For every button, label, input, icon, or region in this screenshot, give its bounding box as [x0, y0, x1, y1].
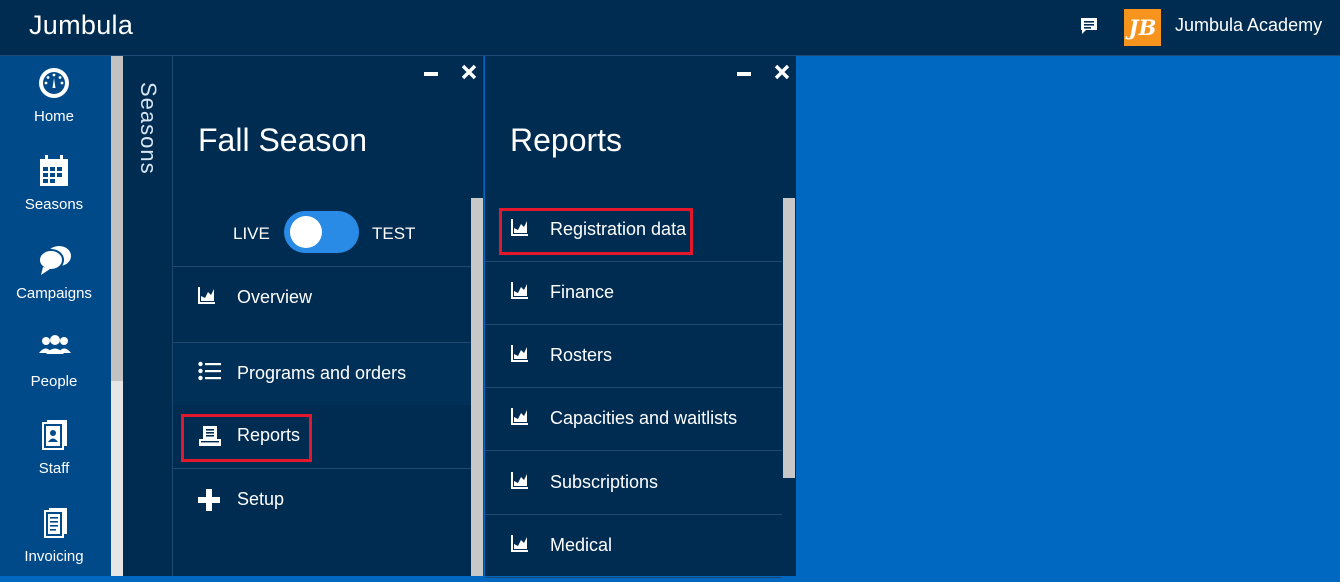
top-bar: Jumbula JB Jumbula Academy	[0, 0, 1340, 56]
speech-bubbles-icon	[38, 246, 71, 275]
report-label: Capacities and waitlists	[550, 408, 738, 428]
nav-label: Seasons	[24, 196, 84, 213]
nav-label: People	[30, 373, 78, 390]
nav-item-home[interactable]: Home	[0, 56, 111, 142]
chart-icon	[511, 535, 528, 552]
report-item-finance[interactable]: Finance	[485, 261, 782, 325]
reports-panel-scrollbar[interactable]	[783, 198, 795, 478]
report-item-rosters[interactable]: Rosters	[485, 324, 782, 388]
nav-item-people[interactable]: People	[0, 321, 111, 407]
season-menu-reports[interactable]: Reports	[173, 405, 471, 467]
minimize-icon[interactable]	[423, 64, 439, 80]
live-test-toggle[interactable]	[284, 211, 359, 253]
brand-logo[interactable]: Jumbula	[29, 10, 133, 41]
chart-icon	[511, 219, 528, 236]
menu-label: Reports	[237, 425, 301, 445]
season-panel-scrollbar[interactable]	[471, 198, 483, 576]
menu-label: Overview	[237, 287, 313, 307]
plus-icon	[198, 489, 220, 511]
report-item-medical[interactable]: Medical	[485, 514, 782, 578]
chart-icon	[511, 282, 528, 299]
nav-label: Staff	[38, 460, 70, 477]
nav-label: Invoicing	[24, 548, 84, 565]
close-icon[interactable]	[774, 64, 790, 80]
nav-item-campaigns[interactable]: Campaigns	[0, 233, 111, 319]
season-panel-title: Fall Season	[198, 122, 367, 158]
nav-item-staff[interactable]: Staff	[0, 408, 111, 494]
season-menu-overview[interactable]: Overview	[173, 266, 471, 329]
report-label: Subscriptions	[550, 472, 659, 492]
chart-icon	[511, 345, 528, 362]
chat-icon[interactable]	[1079, 16, 1099, 36]
reports-panel-title: Reports	[510, 122, 623, 158]
report-item-registration-data[interactable]: Registration data	[485, 198, 782, 262]
invoice-icon	[44, 508, 67, 538]
report-label: Finance	[550, 282, 615, 302]
nav-label: Home	[33, 108, 74, 125]
calendar-icon	[40, 155, 68, 186]
chart-icon	[198, 287, 215, 304]
seasons-rail-label[interactable]: Seasons	[135, 82, 161, 175]
report-label: Rosters	[550, 345, 613, 365]
chart-icon	[511, 408, 528, 425]
menu-label: Programs and orders	[237, 363, 407, 383]
live-test-toggle-row: LIVE TEST	[173, 206, 471, 266]
report-label: Medical	[550, 535, 613, 555]
people-icon	[39, 335, 71, 354]
left-nav: Home Seasons Campaigns People Staff Invo…	[0, 56, 111, 576]
report-label: Registration data	[550, 219, 687, 239]
staff-badge-icon	[42, 420, 67, 450]
org-logo[interactable]: JB	[1124, 9, 1161, 46]
reports-panel: Reports Registration data Finance Roster…	[485, 56, 796, 578]
gauge-icon	[39, 68, 69, 98]
season-panel: Fall Season LIVE TEST Overview Programs …	[173, 56, 484, 576]
menu-label: Setup	[237, 489, 285, 509]
close-icon[interactable]	[461, 64, 477, 80]
nav-scrollbar-thumb[interactable]	[111, 56, 123, 381]
report-item-capacities[interactable]: Capacities and waitlists	[485, 387, 782, 451]
list-icon	[198, 361, 221, 381]
season-menu-programs[interactable]: Programs and orders	[173, 342, 471, 405]
toggle-live-label: LIVE	[233, 224, 270, 243]
minimize-icon[interactable]	[736, 64, 752, 80]
nav-item-seasons[interactable]: Seasons	[0, 144, 111, 230]
reports-icon	[199, 426, 221, 446]
report-item-subscriptions[interactable]: Subscriptions	[485, 451, 782, 515]
chart-icon	[511, 472, 528, 489]
nav-label: Campaigns	[16, 285, 92, 302]
nav-item-invoicing[interactable]: Invoicing	[0, 496, 111, 582]
seasons-rail[interactable]: Seasons	[123, 56, 173, 576]
season-menu-setup[interactable]: Setup	[173, 468, 471, 531]
org-name[interactable]: Jumbula Academy	[1175, 15, 1322, 36]
toggle-knob	[290, 216, 322, 248]
toggle-test-label: TEST	[372, 224, 416, 243]
